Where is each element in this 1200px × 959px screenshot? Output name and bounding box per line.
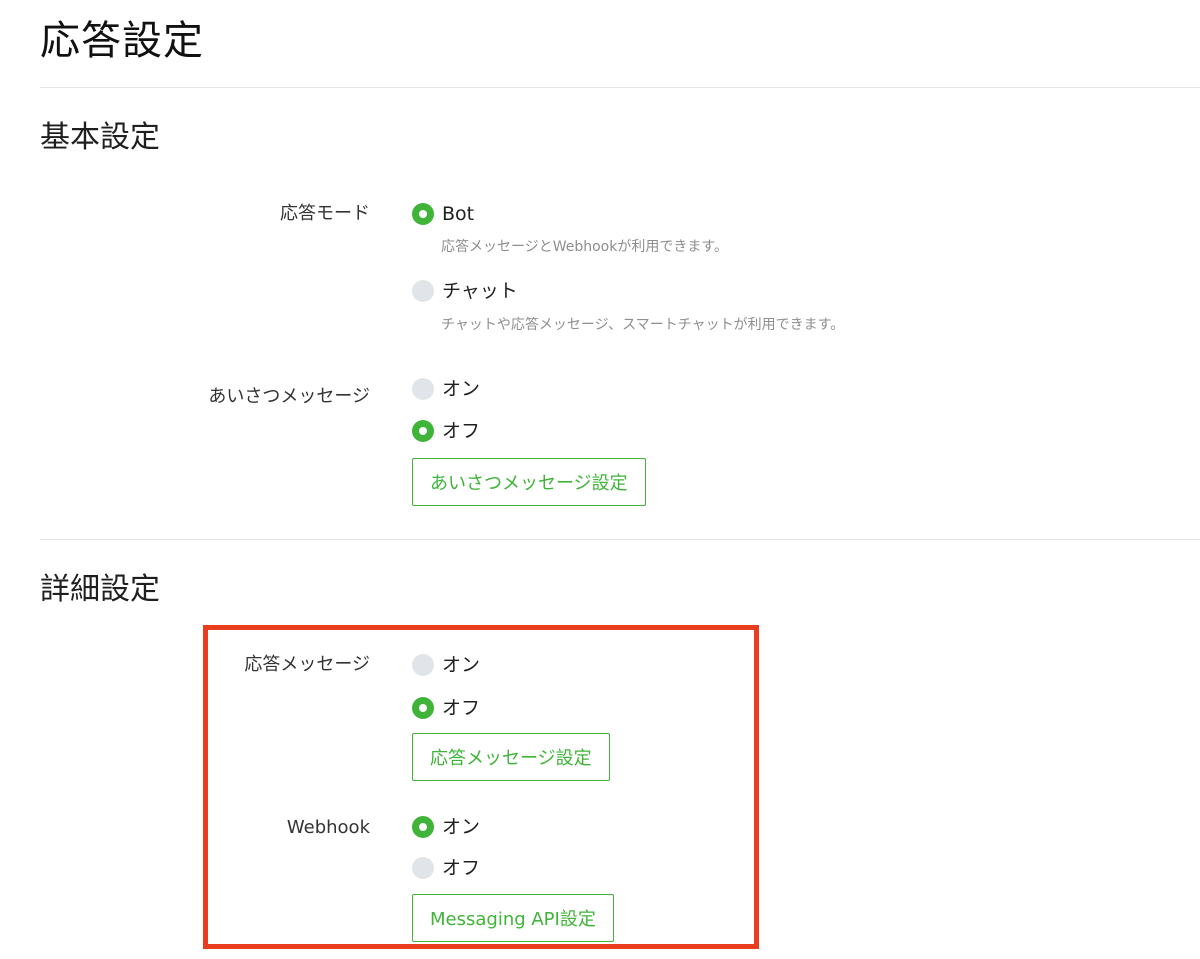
page-title: 応答設定	[40, 18, 204, 64]
response-mode-chat-label: チャット	[442, 280, 518, 302]
webhook-off-label: オフ	[442, 857, 481, 879]
webhook-label: Webhook	[286, 817, 370, 838]
response-mode-bot-label: Bot	[442, 203, 475, 225]
title-divider	[40, 87, 1200, 88]
radio-selected-icon	[412, 420, 434, 442]
response-mode-label: 応答モード	[280, 203, 370, 224]
response-mode-chat-hint: チャットや応答メッセージ、スマートチャットが利用できます。	[441, 317, 845, 333]
messaging-api-settings-button[interactable]: Messaging API設定	[412, 894, 614, 942]
detail-settings-title: 詳細設定	[40, 572, 160, 607]
webhook-on-label: オン	[442, 816, 481, 838]
greeting-on-radio[interactable]: オン	[412, 377, 480, 401]
auto-reply-label: 応答メッセージ	[244, 654, 370, 675]
auto-reply-on-label: オン	[442, 654, 481, 676]
response-mode-bot-radio[interactable]: Bot	[412, 202, 474, 226]
section-divider	[40, 539, 1200, 540]
radio-selected-icon	[412, 203, 434, 225]
radio-selected-icon	[412, 697, 434, 719]
radio-unselected-icon	[412, 654, 434, 676]
basic-settings-title: 基本設定	[40, 120, 160, 155]
webhook-off-radio[interactable]: オフ	[412, 856, 480, 880]
greeting-label: あいさつメッセージ	[208, 386, 370, 407]
auto-reply-on-radio[interactable]: オン	[412, 653, 480, 677]
auto-reply-settings-button[interactable]: 応答メッセージ設定	[412, 733, 610, 781]
radio-unselected-icon	[412, 280, 434, 302]
webhook-on-radio[interactable]: オン	[412, 815, 480, 839]
greeting-on-label: オン	[442, 378, 481, 400]
radio-selected-icon	[412, 816, 434, 838]
auto-reply-off-label: オフ	[442, 697, 481, 719]
auto-reply-off-radio[interactable]: オフ	[412, 696, 480, 720]
response-mode-chat-radio[interactable]: チャット	[412, 279, 518, 303]
response-mode-bot-hint: 応答メッセージとWebhookが利用できます。	[441, 239, 728, 255]
greeting-off-radio[interactable]: オフ	[412, 419, 480, 443]
greeting-settings-button[interactable]: あいさつメッセージ設定	[412, 458, 646, 506]
radio-unselected-icon	[412, 857, 434, 879]
radio-unselected-icon	[412, 378, 434, 400]
greeting-off-label: オフ	[442, 420, 481, 442]
